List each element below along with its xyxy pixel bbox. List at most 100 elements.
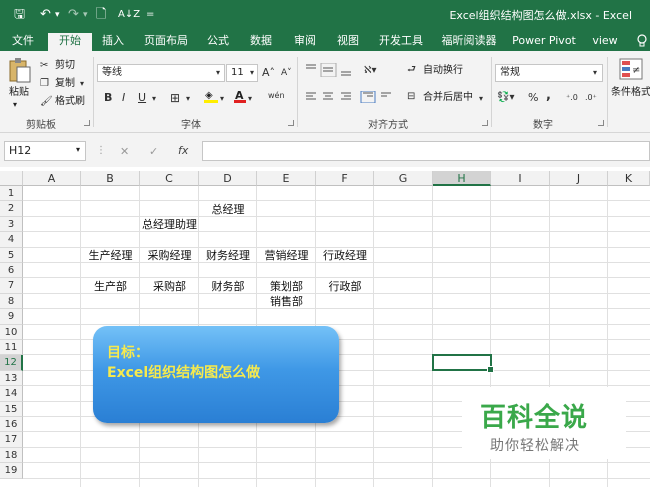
cancel-icon[interactable]: ✕ [120,145,129,158]
border-icon[interactable]: ⊞ [170,91,180,105]
print-preview-icon[interactable]: 🗋 [96,5,106,25]
paste-label[interactable]: 粘贴 [9,86,29,100]
active-cell-H12[interactable] [432,354,494,373]
column-header-E[interactable]: E [257,171,316,186]
insert-function-icon[interactable]: fx [178,144,188,157]
row-header-9[interactable]: 9 [0,309,23,325]
font-launcher-icon[interactable] [288,120,294,126]
row-header-5[interactable]: 5 [0,247,23,263]
row-header-17[interactable]: 17 [0,432,23,448]
tab-file[interactable]: 文件 [6,33,40,51]
column-header-J[interactable]: J [550,171,608,186]
lightbulb-icon[interactable] [636,34,648,48]
customize-qat-icon[interactable]: = [146,5,154,25]
row-header-16[interactable]: 16 [0,417,23,433]
underline-button[interactable]: U [138,91,146,105]
formula-input[interactable] [202,141,650,161]
copy-icon[interactable]: ❐ [40,77,49,91]
number-launcher-icon[interactable] [598,120,604,126]
cell-F5[interactable]: 行政经理 [316,248,374,263]
cell-B5[interactable]: 生产经理 [81,248,140,263]
font-size-dropdown-icon[interactable]: ▾ [250,66,254,80]
conditional-formatting-button[interactable]: 条件格式 [611,86,650,100]
column-header-B[interactable]: B [81,171,140,186]
column-header-I[interactable]: I [491,171,550,186]
column-header-A[interactable]: A [23,171,81,186]
cell-F7[interactable]: 行政部 [316,279,374,294]
row-header-2[interactable]: 2 [0,201,23,217]
merge-center-button[interactable]: 合并后居中 [423,91,473,105]
number-format-select[interactable]: 常规 [495,64,603,82]
clipboard-launcher-icon[interactable] [84,120,90,126]
alignment-launcher-icon[interactable] [482,120,488,126]
shrink-font-icon[interactable]: A˅ [281,66,292,80]
vertical-align-icons[interactable] [305,63,355,77]
column-header-G[interactable]: G [374,171,433,186]
column-header-K[interactable]: K [608,171,650,186]
cell-E7[interactable]: 策划部 [257,279,316,294]
row-header-4[interactable]: 4 [0,232,23,248]
cell-D2[interactable]: 总经理 [199,202,257,217]
tab-view-extra[interactable]: view [590,33,620,51]
name-box-dropdown-icon[interactable]: ▾ [76,145,80,154]
paste-menu-icon[interactable]: ▾ [13,98,17,112]
comma-button[interactable]: , [546,89,551,103]
cell-D7[interactable]: 财务部 [199,279,257,294]
undo-icon[interactable]: ↶ [40,5,51,25]
italic-button[interactable]: I [122,91,125,105]
number-format-dropdown-icon[interactable]: ▾ [593,66,597,80]
phonetic-icon[interactable]: wén [268,89,285,103]
cell-E5[interactable]: 营销经理 [257,248,316,263]
bold-button[interactable]: B [104,91,112,105]
cell-C5[interactable]: 采购经理 [140,248,199,263]
row-header-1[interactable]: 1 [0,186,23,202]
tab-view[interactable]: 视图 [333,33,363,51]
cell-C3[interactable]: 总经理助理 [140,217,199,232]
row-header-3[interactable]: 3 [0,216,23,233]
row-header-7[interactable]: 7 [0,278,23,294]
row-header-13[interactable]: 13 [0,370,23,387]
row-header-11[interactable]: 11 [0,340,23,356]
orientation-icon[interactable]: ℵ▾ [364,64,376,78]
tab-formulas[interactable]: 公式 [203,33,233,51]
format-painter-icon[interactable]: 🖌 [40,95,53,109]
cell-B7[interactable]: 生产部 [81,279,140,294]
fill-color-icon[interactable]: ◈ [204,90,218,103]
undo-menu-icon[interactable]: ▾ [55,5,60,25]
save-icon[interactable]: 🖫 [14,5,25,25]
column-header-F[interactable]: F [316,171,374,186]
tab-page-layout[interactable]: 页面布局 [142,33,190,51]
border-menu-icon[interactable]: ▾ [186,92,190,106]
grow-font-icon[interactable]: A˄ [262,66,275,80]
currency-icon[interactable]: 💱▾ [497,91,514,105]
sort-icon[interactable]: A↓Z [118,5,140,25]
fill-color-menu-icon[interactable]: ▾ [220,92,224,106]
tab-developer[interactable]: 开发工具 [377,33,425,51]
merge-menu-icon[interactable]: ▾ [479,92,483,106]
font-name-select[interactable]: 等线 [97,64,225,82]
horizontal-align-icons[interactable] [305,91,391,103]
font-name-dropdown-icon[interactable]: ▾ [216,66,220,80]
row-header-8[interactable]: 8 [0,293,23,310]
select-all-corner[interactable] [0,171,23,186]
goal-callout-shape[interactable]: 目标： Excel组织结构图怎么做 [93,326,339,423]
redo-menu-icon[interactable]: ▾ [83,5,88,25]
tab-data[interactable]: 数据 [246,33,276,51]
cut-icon[interactable]: ✂ [40,59,48,73]
wrap-text-icon[interactable]: ⮐ [407,63,416,77]
column-header-C[interactable]: C [140,171,199,186]
underline-menu-icon[interactable]: ▾ [152,92,156,106]
column-header-H[interactable]: H [433,171,491,186]
cell-C7[interactable]: 采购部 [140,279,199,294]
row-header-18[interactable]: 18 [0,447,23,464]
tab-power-pivot[interactable]: Power Pivot [512,33,576,51]
percent-button[interactable]: % [528,91,538,105]
redo-icon[interactable]: ↷ [68,5,79,25]
format-painter-button[interactable]: 格式刷 [55,95,85,109]
increase-decimal-icon[interactable]: ⁺.0 [566,91,578,105]
tab-foxit-reader[interactable]: 福昕阅读器 [440,33,498,51]
cell-D5[interactable]: 财务经理 [199,248,257,263]
paste-icon[interactable] [8,57,32,83]
tab-review[interactable]: 审阅 [290,33,320,51]
wrap-text-button[interactable]: 自动换行 [423,64,463,78]
